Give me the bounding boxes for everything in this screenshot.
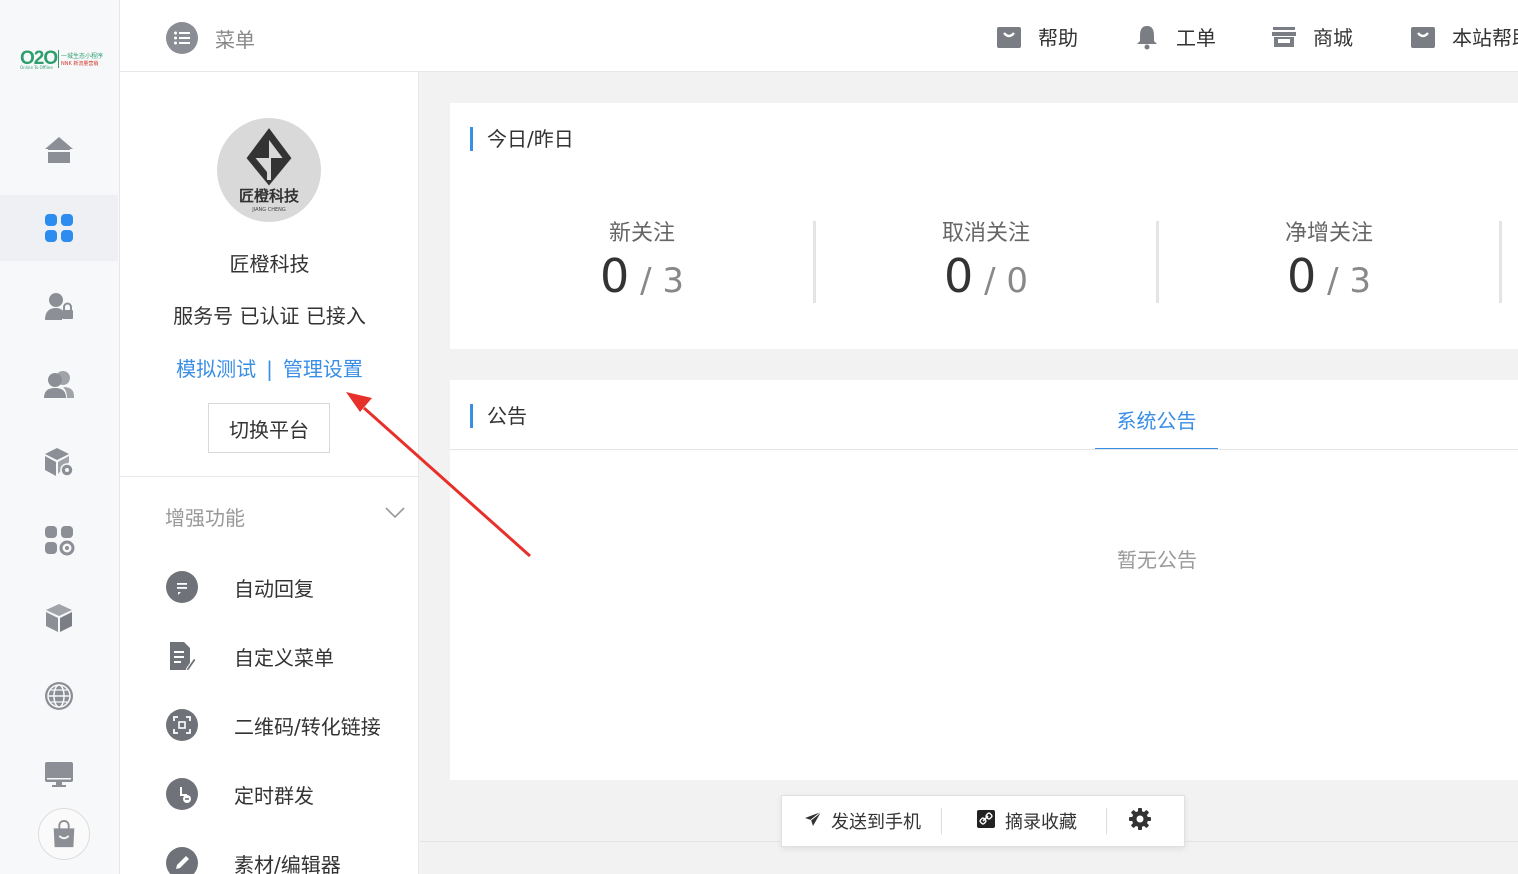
feature-auto-reply[interactable]: 自动回复	[166, 567, 416, 607]
enhance-section-header[interactable]: 增强功能	[165, 502, 405, 531]
clock-icon	[166, 778, 198, 810]
link-separator: |	[266, 357, 273, 381]
rail-user-lock-icon[interactable]	[0, 273, 118, 339]
rail-cube-icon[interactable]	[0, 585, 118, 651]
top-bar: 菜单 帮助 工单 商城 本站帮助	[120, 0, 1518, 72]
account-sidebar: 匠橙科技 JIANG CHENG 匠橙科技 服务号 已认证 已接入 模拟测试 | 管…	[120, 72, 419, 874]
feature-qrcode[interactable]: 二维码/转化链接	[166, 705, 416, 745]
stat-unfollow: 取消关注 0 / 0	[941, 221, 1030, 303]
toolbar-separator	[1106, 808, 1107, 834]
feature-custom-menu[interactable]: 自定义菜单	[166, 636, 416, 676]
menu-toggle-button[interactable]: 菜单	[166, 22, 255, 54]
topnav-ticket[interactable]: 工单	[1134, 22, 1216, 51]
rail-apps-gear-icon[interactable]	[0, 507, 118, 573]
empty-notice-text: 暂无公告	[1117, 548, 1197, 572]
bag-icon	[996, 24, 1022, 50]
rail-globe-icon[interactable]	[0, 663, 118, 729]
feature-scheduled-send[interactable]: 定时群发	[166, 774, 416, 814]
enhance-section-title: 增强功能	[165, 506, 245, 530]
topnav-site-help[interactable]: 本站帮助	[1410, 22, 1518, 51]
floating-toolbar: 发送到手机 摘录收藏	[781, 795, 1185, 847]
rail-users-icon[interactable]	[0, 351, 118, 417]
paper-plane-icon	[804, 811, 822, 832]
menu-label: 菜单	[215, 27, 255, 52]
stat-divider	[1499, 221, 1502, 303]
feature-material-editor[interactable]: 素材/编辑器	[166, 843, 416, 874]
avatar-text: 匠橙科技	[239, 187, 300, 205]
chat-bubble-icon	[166, 571, 198, 603]
chevron-down-icon	[385, 500, 405, 524]
bell-icon	[1134, 24, 1160, 50]
icon-rail: O2O Online To Offline 一城生态小程序 NNK 新流量营销	[0, 0, 120, 874]
stat-new-follow: 新关注 0 / 3	[599, 221, 684, 303]
manage-settings-link[interactable]: 管理设置	[283, 357, 363, 381]
document-edit-icon	[166, 640, 198, 672]
tab-system-notice[interactable]: 系统公告	[1095, 390, 1218, 450]
notice-title: 公告	[470, 404, 527, 428]
rail-home-icon[interactable]	[0, 117, 118, 183]
account-avatar: 匠橙科技 JIANG CHENG	[217, 118, 321, 222]
divider	[120, 476, 419, 477]
simulate-test-link[interactable]: 模拟测试	[176, 357, 256, 381]
rail-apps-icon[interactable]	[0, 195, 118, 261]
collect-button[interactable]: 摘录收藏	[976, 808, 1077, 834]
account-status: 服务号 已认证 已接入	[173, 304, 366, 328]
link-icon	[976, 809, 996, 834]
account-links: 模拟测试 | 管理设置	[120, 353, 419, 382]
stats-card: 今日/昨日 新关注 0 / 3 取消关注 0 / 0 净增关注 0 / 3	[450, 103, 1518, 349]
topnav-help[interactable]: 帮助	[996, 22, 1078, 51]
rail-box-gear-icon[interactable]	[0, 429, 118, 495]
list-icon	[166, 22, 198, 54]
rail-monitor-icon[interactable]	[0, 741, 118, 807]
gear-icon	[1128, 807, 1152, 836]
stat-net-follow: 净增关注 0 / 3	[1284, 221, 1373, 303]
bag-icon	[1410, 24, 1436, 50]
rail-bag-icon[interactable]	[38, 808, 90, 860]
stats-title: 今日/昨日	[470, 127, 574, 151]
account-name: 匠橙科技	[229, 252, 310, 276]
brand-logo[interactable]: O2O Online To Offline 一城生态小程序 NNK 新流量营销	[20, 48, 106, 72]
store-icon	[1271, 24, 1297, 50]
topnav-store[interactable]: 商城	[1271, 22, 1353, 51]
qrcode-scan-icon	[166, 709, 198, 741]
settings-button[interactable]	[1128, 807, 1152, 836]
notice-card: 公告 系统公告 暂无公告	[450, 380, 1518, 780]
switch-platform-button[interactable]: 切换平台	[208, 403, 330, 453]
avatar-sub: JIANG CHENG	[251, 207, 286, 213]
send-to-phone-button[interactable]: 发送到手机	[804, 808, 921, 834]
pencil-icon	[166, 847, 198, 874]
toolbar-separator	[941, 808, 942, 834]
divider	[450, 449, 1518, 450]
